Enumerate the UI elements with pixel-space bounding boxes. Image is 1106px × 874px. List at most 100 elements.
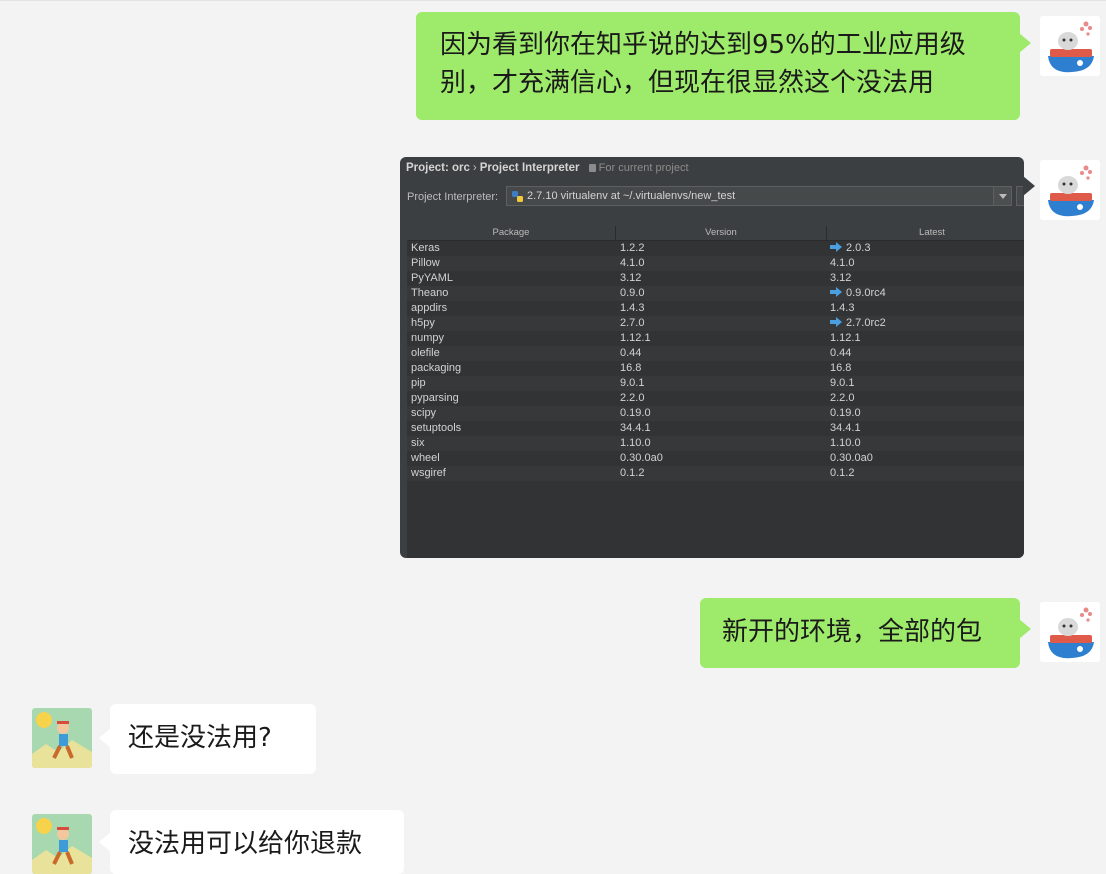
python-icon: [512, 190, 523, 208]
bubble-tail: [1019, 619, 1031, 639]
upgrade-arrow-icon[interactable]: [830, 242, 842, 252]
table-row[interactable]: appdirs 1.4.3 1.4.3: [407, 301, 1024, 316]
table-header: Package Version Latest: [407, 226, 1024, 241]
package-latest-value: 2.7.0rc2: [846, 317, 886, 329]
interpreter-label: Project Interpreter:: [407, 191, 499, 203]
screenshot-image-project-interpreter[interactable]: Project: orc › Project Interpreter For cur…: [400, 157, 1024, 558]
package-latest-value: 2.2.0: [830, 392, 855, 404]
scope-note: For current project: [588, 162, 689, 174]
table-row[interactable]: Pillow 4.1.0 4.1.0: [407, 256, 1024, 271]
table-row[interactable]: pyparsing 2.2.0 2.2.0: [407, 391, 1024, 406]
package-name: appdirs: [411, 302, 448, 314]
package-latest-value: 34.4.1: [830, 422, 861, 434]
package-latest-value: 0.1.2: [830, 467, 855, 479]
my-avatar[interactable]: [1040, 160, 1100, 220]
breadcrumb: Project: orc › Project Interpreter For cur…: [406, 162, 689, 178]
message-bubble-sent[interactable]: 新开的环境，全部的包: [700, 598, 1020, 668]
package-latest: 1.10.0: [830, 437, 861, 450]
message-bubble-received[interactable]: 没法用可以给你退款: [110, 810, 404, 874]
package-name: scipy: [411, 407, 437, 419]
package-version: 34.4.1: [620, 422, 651, 434]
breadcrumb-separator: ›: [472, 162, 477, 174]
package-version: 1.10.0: [620, 437, 651, 449]
table-row[interactable]: wsgiref 0.1.2 0.1.2: [407, 466, 1024, 481]
package-version: 3.12: [620, 272, 642, 284]
message-bubble-received[interactable]: 还是没法用?: [110, 704, 316, 774]
package-version: 2.2.0: [620, 392, 645, 404]
package-name: Pillow: [411, 257, 440, 269]
package-latest: 2.2.0: [830, 392, 854, 405]
package-latest: 1.12.1: [830, 332, 861, 345]
chevron-down-icon: [999, 194, 1007, 199]
package-latest: 0.44: [830, 347, 851, 360]
package-name: wsgiref: [411, 467, 446, 479]
interpreter-dropdown-button[interactable]: [993, 187, 1011, 205]
package-version: 16.8: [620, 362, 642, 374]
package-version: 2.7.0: [620, 317, 645, 329]
interpreter-value: 2.7.10 virtualenv at ~/.virtualenvs/new_…: [527, 190, 736, 202]
package-latest-value: 0.19.0: [830, 407, 861, 419]
package-latest: 9.0.1: [830, 377, 854, 390]
top-divider: [0, 0, 1106, 1]
package-version: 1.4.3: [620, 302, 645, 314]
column-header-package[interactable]: Package: [407, 227, 615, 238]
package-version: 0.19.0: [620, 407, 651, 419]
package-latest: 0.30.0a0: [830, 452, 873, 465]
package-version: 1.12.1: [620, 332, 651, 344]
package-latest-value: 4.1.0: [830, 257, 855, 269]
package-name: setuptools: [411, 422, 462, 434]
table-row[interactable]: numpy 1.12.1 1.12.1: [407, 331, 1024, 346]
table-row[interactable]: Keras 1.2.2 2.0.3: [407, 241, 1024, 256]
package-latest-value: 3.12: [830, 272, 852, 284]
contact-avatar[interactable]: [32, 708, 92, 768]
breadcrumb-page: Project Interpreter: [479, 162, 580, 174]
interpreter-select[interactable]: 2.7.10 virtualenv at ~/.virtualenvs/new_…: [506, 186, 1012, 206]
table-row[interactable]: wheel 0.30.0a0 0.30.0a0: [407, 451, 1024, 466]
upgrade-arrow-icon[interactable]: [830, 287, 842, 297]
table-row[interactable]: h5py 2.7.0 2.7.0rc2: [407, 316, 1024, 331]
package-version: 0.30.0a0: [620, 452, 663, 464]
package-name: six: [411, 437, 425, 449]
package-latest-value: 16.8: [830, 362, 852, 374]
package-version: 9.0.1: [620, 377, 645, 389]
package-name: h5py: [411, 317, 435, 329]
package-latest: 34.4.1: [830, 422, 861, 435]
package-latest-value: 0.44: [830, 347, 852, 359]
package-version: 4.1.0: [620, 257, 645, 269]
package-name: pip: [411, 377, 426, 389]
scope-note-text: For current project: [598, 162, 689, 174]
package-name: wheel: [411, 452, 440, 464]
whale-cat-avatar-icon: [1040, 160, 1100, 220]
upgrade-arrow-icon[interactable]: [830, 317, 842, 327]
package-latest-value: 0.30.0a0: [830, 452, 873, 464]
package-name: PyYAML: [411, 272, 453, 284]
package-latest-value: 1.12.1: [830, 332, 861, 344]
table-row[interactable]: packaging 16.8 16.8: [407, 361, 1024, 376]
table-row[interactable]: PyYAML 3.12 3.12: [407, 271, 1024, 286]
package-latest: 4.1.0: [830, 257, 854, 270]
package-name: pyparsing: [411, 392, 459, 404]
message-bubble-sent[interactable]: 因为看到你在知乎说的达到95%的工业应用级 别，才充满信心，但现在很显然这个没法…: [416, 12, 1020, 120]
table-row[interactable]: setuptools 34.4.1 34.4.1: [407, 421, 1024, 436]
package-latest: 2.0.3: [830, 242, 870, 255]
column-header-version[interactable]: Version: [616, 227, 826, 238]
document-icon: [588, 164, 596, 172]
table-row[interactable]: olefile 0.44 0.44: [407, 346, 1024, 361]
my-avatar[interactable]: [1040, 16, 1100, 76]
running-boy-avatar-icon: [32, 708, 92, 768]
column-header-latest[interactable]: Latest: [827, 227, 1024, 238]
my-avatar[interactable]: [1040, 602, 1100, 662]
package-latest-value: 1.10.0: [830, 437, 861, 449]
table-row[interactable]: scipy 0.19.0 0.19.0: [407, 406, 1024, 421]
whale-cat-avatar-icon: [1040, 602, 1100, 662]
contact-avatar[interactable]: [32, 814, 92, 874]
whale-cat-avatar-icon: [1040, 16, 1100, 76]
package-latest: 16.8: [830, 362, 851, 375]
package-latest-value: 2.0.3: [846, 242, 871, 254]
table-row[interactable]: pip 9.0.1 9.0.1: [407, 376, 1024, 391]
breadcrumb-project[interactable]: Project: orc: [406, 162, 470, 174]
packages-table: Package Version Latest Keras 1.2.2 2.0.3 Pi…: [407, 226, 1024, 558]
table-row[interactable]: Theano 0.9.0 0.9.0rc4: [407, 286, 1024, 301]
table-row[interactable]: six 1.10.0 1.10.0: [407, 436, 1024, 451]
package-latest: 0.9.0rc4: [830, 287, 886, 300]
